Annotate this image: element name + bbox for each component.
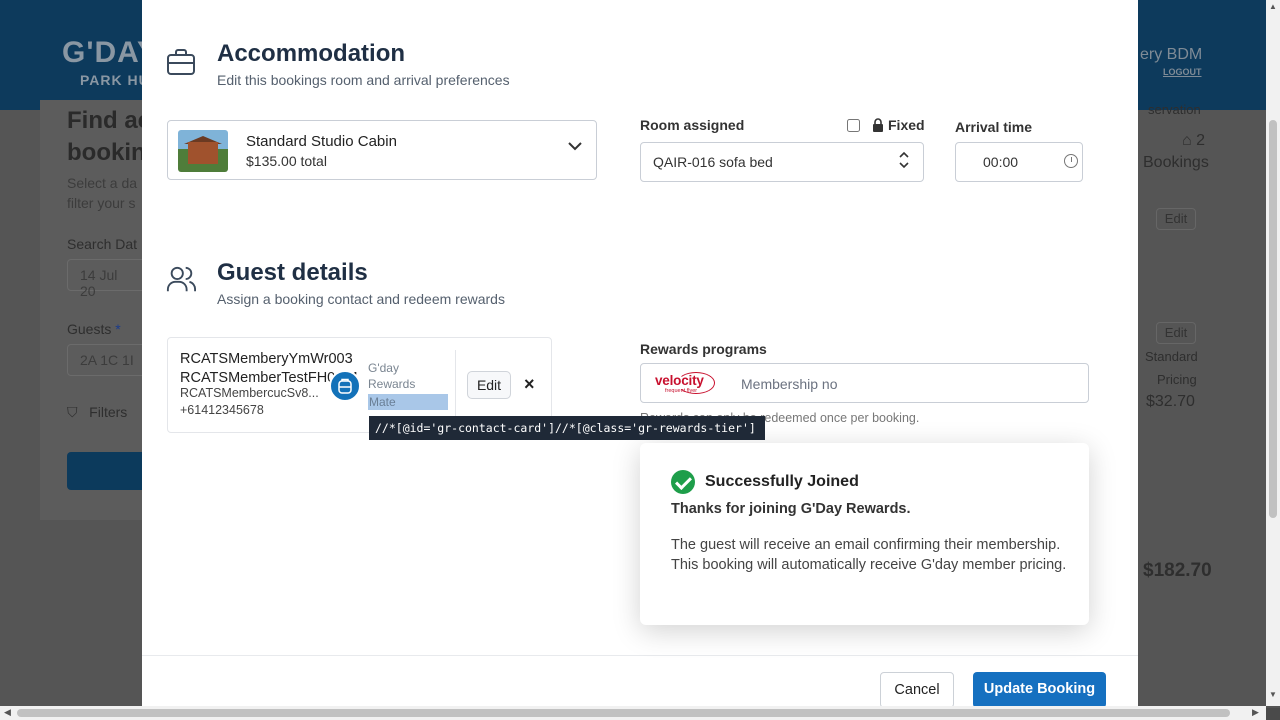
fixed-toggle: Fixed bbox=[847, 117, 925, 133]
search-date-label: Search Dat bbox=[67, 236, 138, 252]
cancel-button[interactable]: Cancel bbox=[880, 672, 954, 708]
toast-title: Successfully Joined bbox=[705, 473, 859, 490]
vertical-scrollbar[interactable]: ▲ ▼ bbox=[1266, 0, 1280, 706]
bookings-label: Bookings bbox=[1143, 154, 1209, 171]
room-assigned-value: QAIR-016 sofa bed bbox=[653, 154, 773, 170]
remove-contact-button[interactable]: × bbox=[524, 374, 535, 395]
fixed-label: Fixed bbox=[888, 117, 925, 133]
logout-link[interactable]: LOGOUT bbox=[1163, 67, 1202, 77]
membership-placeholder: Membership no bbox=[741, 376, 838, 392]
xpath-tooltip: //*[@id='gr-contact-card']//*[@class='gr… bbox=[369, 416, 765, 440]
fixed-checkbox[interactable] bbox=[847, 118, 860, 132]
arrival-time-label: Arrival time bbox=[955, 119, 1033, 135]
toast-body: The guest will receive an email confirmi… bbox=[671, 537, 1067, 573]
standard-label: Standard bbox=[1145, 349, 1198, 364]
guests-input[interactable]: 2A 1C 1I bbox=[67, 344, 147, 376]
search-button[interactable] bbox=[67, 452, 147, 490]
lock-icon bbox=[873, 118, 883, 132]
scroll-down-icon[interactable]: ▼ bbox=[1269, 690, 1277, 699]
users-icon bbox=[166, 266, 196, 292]
membership-input[interactable]: velocity frequent flyer Membership no bbox=[640, 363, 1089, 403]
rewards-tier-badge bbox=[329, 370, 361, 402]
success-toast: Successfully Joined Thanks for joining G… bbox=[640, 443, 1089, 625]
pricing-label: Pricing bbox=[1157, 372, 1197, 387]
contact-name-line1: RCATSMemberyYmWr003 bbox=[180, 351, 353, 367]
contact-phone: +61412345678 bbox=[180, 403, 264, 417]
room-type-select[interactable]: Standard Studio Cabin $135.00 total bbox=[167, 120, 597, 180]
rewards-tier-label: G'day Rewards bbox=[368, 361, 416, 391]
scroll-right-icon[interactable]: ▶ bbox=[1252, 707, 1259, 718]
room-thumbnail bbox=[178, 130, 228, 172]
accommodation-subtitle: Edit this bookings room and arrival pref… bbox=[217, 72, 510, 88]
edit-contact-button[interactable]: Edit bbox=[467, 371, 511, 399]
horizontal-scroll-thumb[interactable] bbox=[17, 709, 1230, 717]
booking-edit-button-1[interactable]: Edit bbox=[1156, 208, 1196, 230]
toast-headline: Thanks for joining G'Day Rewards. bbox=[671, 501, 911, 517]
clock-icon[interactable] bbox=[1064, 154, 1078, 168]
page-subtitle: Select a da filter your s bbox=[67, 175, 138, 211]
bookings-icon: ⌂ bbox=[1182, 132, 1192, 149]
site-logo-sub: PARK HU bbox=[80, 72, 150, 88]
room-assigned-select[interactable]: QAIR-016 sofa bed bbox=[640, 142, 924, 182]
search-date-input[interactable]: 14 Jul 20 bbox=[67, 259, 147, 299]
arrival-time-input[interactable]: 00:00 bbox=[955, 142, 1083, 182]
rewards-tier-level: Mate bbox=[368, 394, 448, 410]
vertical-scroll-thumb[interactable] bbox=[1269, 120, 1277, 518]
guests-label: Guests * bbox=[67, 321, 121, 337]
accommodation-title: Accommodation bbox=[217, 40, 406, 67]
velocity-logo: velocity frequent flyer bbox=[655, 372, 715, 395]
page-title: Find ac bookin bbox=[67, 107, 152, 166]
booking-edit-button-2[interactable]: Edit bbox=[1156, 322, 1196, 344]
backpack-icon bbox=[338, 378, 352, 394]
guest-details-subtitle: Assign a booking contact and redeem rewa… bbox=[217, 291, 505, 307]
update-booking-button[interactable]: Update Booking bbox=[973, 672, 1106, 708]
chevron-down-icon bbox=[568, 142, 582, 151]
contact-email: RCATSMembercucSv8... bbox=[180, 386, 319, 400]
room-price: $135.00 total bbox=[246, 153, 327, 169]
briefcase-icon bbox=[167, 49, 195, 75]
room-assigned-label: Room assigned bbox=[640, 117, 745, 133]
rewards-programs-label: Rewards programs bbox=[640, 341, 767, 357]
arrival-time-value: 00:00 bbox=[983, 154, 1019, 170]
card-divider bbox=[455, 350, 456, 422]
guest-details-title: Guest details bbox=[217, 259, 368, 286]
scroll-up-icon[interactable]: ▲ bbox=[1269, 2, 1277, 11]
horizontal-scrollbar[interactable]: ◀ ▶ bbox=[0, 706, 1266, 720]
bookings-count: ⌂ 2 bbox=[1182, 132, 1206, 149]
reservation-label: servation bbox=[1148, 102, 1201, 117]
edit-booking-modal: Accommodation Edit this bookings room an… bbox=[142, 0, 1138, 708]
price-value: $32.70 bbox=[1146, 393, 1195, 410]
filter-icon: ⛉ bbox=[67, 404, 78, 420]
user-name: ery BDM bbox=[1140, 46, 1203, 63]
total-value: $182.70 bbox=[1143, 560, 1212, 581]
footer-divider bbox=[142, 655, 1138, 656]
scroll-left-icon[interactable]: ◀ bbox=[4, 707, 11, 718]
filters-toggle[interactable]: ⛉ Filters bbox=[67, 404, 127, 421]
updown-arrows-icon bbox=[899, 151, 909, 169]
room-name: Standard Studio Cabin bbox=[246, 133, 397, 150]
check-circle-icon bbox=[671, 470, 695, 494]
